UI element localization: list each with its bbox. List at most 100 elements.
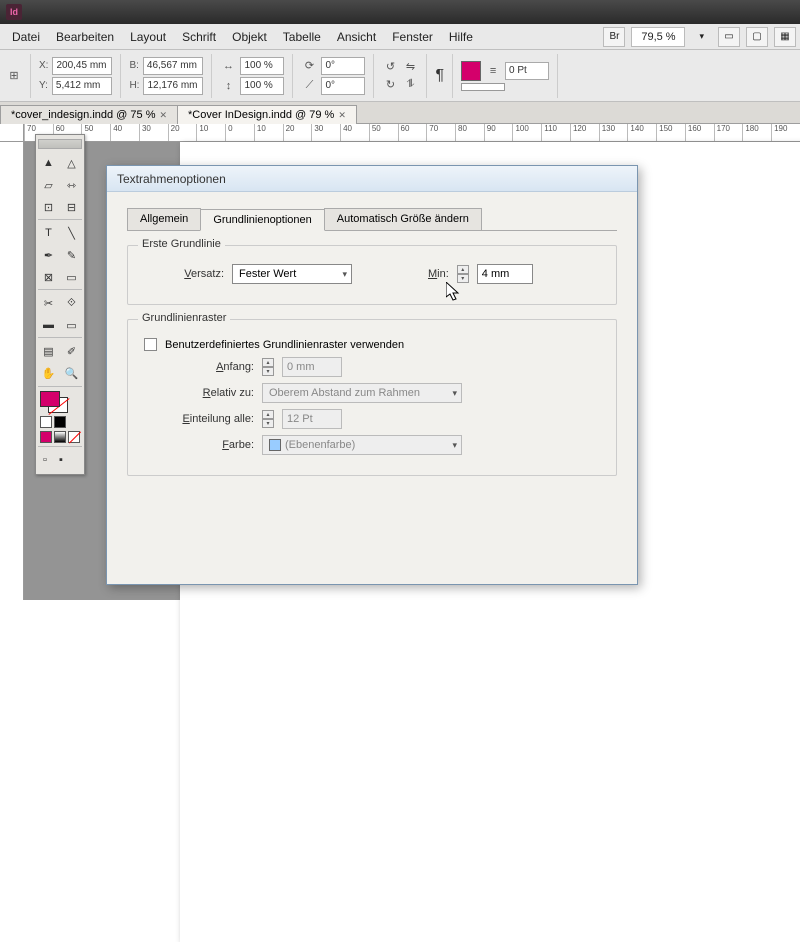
rotate-cw-icon[interactable]: ↻	[382, 77, 398, 93]
document-tabs: *cover_indesign.indd @ 75 %✕ *Cover InDe…	[0, 102, 800, 124]
start-spinner: ▴▾	[262, 358, 274, 376]
apply-black[interactable]	[54, 416, 66, 428]
tab-baseline-options[interactable]: Grundlinienoptionen	[200, 209, 324, 231]
eyedropper-tool[interactable]: ✐	[61, 341, 82, 361]
view-mode-icon[interactable]: ▭	[718, 27, 740, 47]
apply-last-color[interactable]	[40, 431, 52, 443]
start-label: Anfang:	[144, 361, 254, 373]
apply-none[interactable]	[68, 431, 80, 443]
direct-selection-tool[interactable]: △	[61, 153, 82, 173]
offset-combo[interactable]: Fester Wert	[232, 264, 352, 284]
free-transform-tool[interactable]: ⟐	[61, 293, 82, 313]
scissors-tool[interactable]: ✂	[38, 293, 59, 313]
flip-v-icon[interactable]: ⥮	[402, 77, 418, 93]
min-spinner[interactable]: ▴▾	[457, 265, 469, 283]
min-input[interactable]: 4 mm	[477, 264, 533, 284]
w-input[interactable]: 46,567 mm	[143, 57, 203, 75]
h-input[interactable]: 12,176 mm	[143, 77, 203, 95]
apply-color[interactable]	[40, 416, 52, 428]
menu-ansicht[interactable]: Ansicht	[329, 30, 384, 44]
type-tool[interactable]: T	[38, 223, 59, 243]
hand-tool[interactable]: ✋	[38, 363, 59, 383]
content-placer-tool[interactable]: ⊟	[61, 197, 82, 217]
paragraph-style-icon[interactable]: ¶	[435, 67, 444, 85]
pen-tool[interactable]: ✒	[38, 245, 59, 265]
gradient-swatch-tool[interactable]: ▬	[38, 315, 59, 335]
dialog-tabs: Allgemein Grundlinienoptionen Automatisc…	[127, 208, 617, 231]
fill-swatch[interactable]	[461, 61, 481, 81]
zoom-level[interactable]: 79,5 %	[631, 27, 685, 47]
reference-point-icon[interactable]: ⊞	[6, 68, 22, 84]
normal-mode[interactable]: ▫	[38, 450, 52, 470]
x-label: X:	[39, 60, 48, 71]
x-input[interactable]: 200,45 mm	[52, 57, 112, 75]
menu-layout[interactable]: Layout	[122, 30, 174, 44]
arrange-icon[interactable]: ▦	[774, 27, 796, 47]
increment-spinner: ▴▾	[262, 410, 274, 428]
color-label: Farbe:	[144, 439, 254, 451]
horizontal-ruler[interactable]: 7060504030201001020304050607080901001101…	[24, 124, 800, 142]
fill-stroke-swatch[interactable]	[40, 391, 68, 413]
panel-grip[interactable]	[38, 139, 82, 149]
rotate-input[interactable]: 0°	[321, 57, 365, 75]
preview-mode[interactable]: ▪	[54, 450, 68, 470]
stroke-style[interactable]	[461, 83, 505, 91]
y-input[interactable]: 5,412 mm	[52, 77, 112, 95]
first-baseline-fieldset: Erste Grundlinie VVersatz:ersatz: Fester…	[127, 245, 617, 305]
flip-h-icon[interactable]: ⇋	[402, 59, 418, 75]
vertical-ruler[interactable]	[0, 142, 24, 600]
rectangle-frame-tool[interactable]: ⊠	[38, 267, 59, 287]
gap-tool[interactable]: ⇿	[61, 175, 82, 195]
selection-tool[interactable]: ▲	[38, 153, 59, 173]
ruler-tick: 10	[254, 124, 283, 141]
apply-gradient[interactable]	[54, 431, 66, 443]
menu-tabelle[interactable]: Tabelle	[275, 30, 329, 44]
menu-datei[interactable]: Datei	[4, 30, 48, 44]
scale-y-input[interactable]: 100 %	[240, 77, 284, 95]
ruler-tick: 120	[570, 124, 599, 141]
menu-fenster[interactable]: Fenster	[384, 30, 441, 44]
page-tool[interactable]: ▱	[38, 175, 59, 195]
ruler-tick: 70	[426, 124, 455, 141]
ruler-tick: 110	[541, 124, 570, 141]
custom-grid-checkbox[interactable]	[144, 338, 157, 351]
tab-general[interactable]: Allgemein	[127, 208, 201, 230]
increment-label: Einteilung alle:	[144, 413, 254, 425]
app-icon: Id	[6, 4, 22, 20]
tools-panel[interactable]: ▲△ ▱⇿ ⊡⊟ T╲ ✒✎ ⊠▭ ✂⟐ ▬▭ ▤✐ ✋🔍 ▫▪	[35, 134, 85, 475]
rotate-ccw-icon[interactable]: ↺	[382, 59, 398, 75]
ruler-tick: 20	[283, 124, 312, 141]
doc-tab-2[interactable]: *Cover InDesign.indd @ 79 % ✕	[177, 105, 357, 124]
ruler-tick: 30	[311, 124, 340, 141]
screen-mode-icon[interactable]: ▢	[746, 27, 768, 47]
menu-hilfe[interactable]: Hilfe	[441, 30, 481, 44]
pencil-tool[interactable]: ✎	[61, 245, 82, 265]
gradient-feather-tool[interactable]: ▭	[61, 315, 82, 335]
menu-objekt[interactable]: Objekt	[224, 30, 275, 44]
tab-autosize[interactable]: Automatisch Größe ändern	[324, 208, 482, 230]
menubar: Datei Bearbeiten Layout Schrift Objekt T…	[0, 24, 800, 50]
ruler-tick: 180	[742, 124, 771, 141]
doc-tab-1[interactable]: *cover_indesign.indd @ 75 %✕	[0, 105, 178, 124]
stroke-input[interactable]: 0 Pt	[505, 62, 549, 80]
baseline-grid-legend: Grundlinienraster	[138, 312, 230, 324]
note-tool[interactable]: ▤	[38, 341, 59, 361]
close-icon[interactable]: ✕	[159, 110, 167, 121]
ruler-tick: 190	[771, 124, 800, 141]
menu-bearbeiten[interactable]: Bearbeiten	[48, 30, 122, 44]
menu-schrift[interactable]: Schrift	[174, 30, 224, 44]
ruler-tick: 60	[398, 124, 427, 141]
line-tool[interactable]: ╲	[61, 223, 82, 243]
rectangle-tool[interactable]: ▭	[61, 267, 82, 287]
zoom-dropdown-icon[interactable]: ▾	[691, 31, 712, 42]
scale-x-input[interactable]: 100 %	[240, 57, 284, 75]
content-collector-tool[interactable]: ⊡	[38, 197, 59, 217]
zoom-tool[interactable]: 🔍	[61, 363, 82, 383]
ruler-tick: 50	[81, 124, 110, 141]
app-titlebar: Id	[0, 0, 800, 24]
shear-input[interactable]: 0°	[321, 77, 365, 95]
close-icon[interactable]: ✕	[338, 110, 346, 121]
bridge-button[interactable]: Br	[603, 27, 625, 47]
doc-tab-2-label: *Cover InDesign.indd @ 79 %	[188, 109, 334, 121]
dialog-title[interactable]: Textrahmenoptionen	[107, 166, 637, 192]
